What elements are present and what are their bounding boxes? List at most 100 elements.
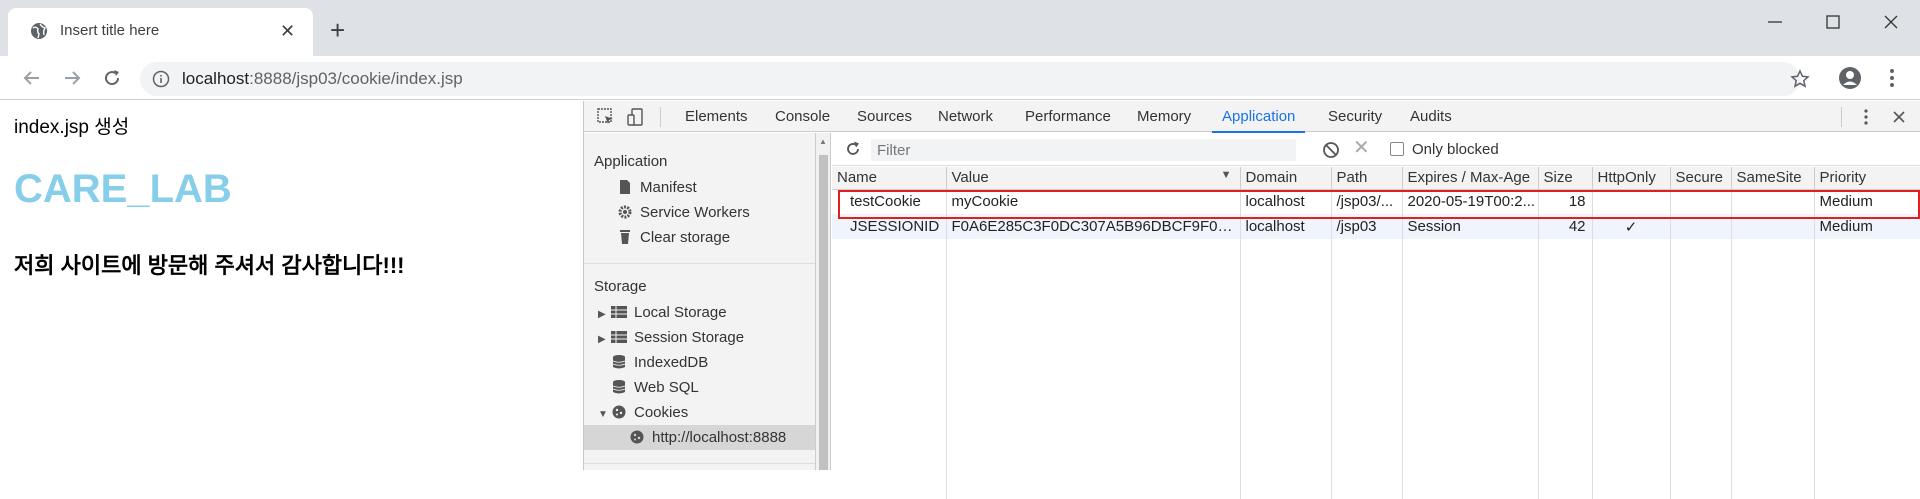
cookie-secure [1670, 189, 1732, 214]
cookie-name: JSESSIONID [832, 214, 947, 239]
cookie-httponly: ✓ [1592, 214, 1671, 239]
sidebar-item-web-sql[interactable]: Web SQL [610, 375, 699, 400]
scrollbar-thumb[interactable] [819, 155, 828, 470]
column-header-secure[interactable]: Secure [1670, 167, 1732, 190]
sidebar-item-local-storage[interactable]: ▶ Local Storage [598, 300, 727, 325]
column-header-expires[interactable]: Expires / Max-Age [1402, 167, 1539, 190]
only-blocked-checkbox[interactable] [1390, 142, 1404, 156]
column-header-samesite[interactable]: SameSite [1731, 167, 1815, 190]
cookies-panel: ✕ Only blocked Name Value▼ Domain Path E… [832, 133, 1920, 499]
gear-icon [618, 205, 632, 219]
devtools-panel: Elements Console Sources Network Perform… [583, 101, 1920, 499]
page-content: index.jsp 생성 CARE_LAB 저희 사이트에 방문해 주셔서 감사… [0, 101, 583, 470]
forward-arrow-icon[interactable] [60, 66, 84, 90]
column-header-value[interactable]: Value ▼ [946, 167, 1241, 190]
filter-input[interactable] [871, 139, 1296, 161]
cookie-domain: localhost [1240, 189, 1332, 214]
sidebar-item-service-workers[interactable]: Service Workers [616, 200, 750, 225]
database-icon [612, 380, 626, 394]
cookies-table: Name Value ▼ Domain Path Expires / Max-Ag… [832, 167, 1920, 499]
cookie-httponly [1592, 189, 1671, 214]
tab-performance[interactable]: Performance [1025, 101, 1111, 132]
sidebar-item-cookie-origin[interactable]: http://localhost:8888 [584, 425, 815, 450]
close-tab-icon[interactable]: ✕ [280, 22, 295, 40]
device-toolbar-icon[interactable] [626, 107, 646, 127]
expand-arrow-icon[interactable]: ▶ [598, 327, 610, 352]
new-tab-button[interactable]: + [330, 17, 345, 43]
address-bar[interactable]: localhost:8888/jsp03/cookie/index.jsp [140, 62, 1810, 96]
expand-arrow-icon[interactable]: ▶ [598, 302, 610, 327]
tab-memory[interactable]: Memory [1137, 101, 1191, 132]
brand-heading: CARE_LAB [14, 167, 232, 211]
column-header-size[interactable]: Size [1538, 167, 1593, 190]
trash-icon [620, 230, 630, 244]
document-icon [620, 180, 630, 194]
profile-avatar-icon[interactable] [1838, 66, 1862, 90]
cookie-priority: Medium [1814, 214, 1920, 239]
sidebar-item-clear-storage[interactable]: Clear storage [616, 225, 730, 250]
tab-sources[interactable]: Sources [857, 101, 912, 132]
tab-security[interactable]: Security [1328, 101, 1382, 132]
maximize-icon[interactable] [1821, 10, 1845, 34]
devtools-menu-icon[interactable] [1856, 107, 1876, 127]
collapse-arrow-icon[interactable]: ▼ [598, 402, 610, 427]
column-header-path[interactable]: Path [1331, 167, 1403, 190]
browser-toolbar: localhost:8888/jsp03/cookie/index.jsp [0, 56, 1920, 100]
only-blocked-label: Only blocked [1412, 141, 1499, 158]
cookie-samesite [1731, 214, 1815, 239]
sort-descending-icon: ▼ [1220, 169, 1232, 182]
column-header-priority[interactable]: Priority [1814, 167, 1920, 190]
close-window-icon[interactable] [1879, 10, 1903, 34]
cookie-name: testCookie [832, 189, 947, 214]
cookie-samesite [1731, 189, 1815, 214]
refresh-icon[interactable] [844, 140, 862, 158]
reload-icon[interactable] [100, 66, 124, 90]
sidebar-item-session-storage[interactable]: ▶ Session Storage [598, 325, 744, 350]
browser-tab-strip: Insert title here ✕ + [0, 0, 1920, 56]
tab-console[interactable]: Console [775, 101, 830, 132]
cookie-icon [612, 405, 626, 419]
globe-icon [31, 23, 47, 39]
empty-filler-row [832, 239, 1920, 499]
sidebar-item-indexeddb[interactable]: IndexedDB [610, 350, 708, 375]
info-icon[interactable] [152, 70, 170, 88]
back-arrow-icon[interactable] [20, 66, 44, 90]
table-row[interactable]: JSESSIONID F0A6E285C3F0DC307A5B96DBCF9F0… [832, 214, 1920, 239]
scroll-up-icon[interactable]: ▲ [819, 137, 827, 146]
sidebar-scrollbar[interactable]: ▲ [816, 133, 831, 470]
browser-tab[interactable]: Insert title here ✕ [8, 8, 313, 56]
database-icon [612, 355, 626, 369]
sidebar-section-application: Application [594, 153, 668, 170]
page-subtitle: index.jsp 생성 [14, 117, 130, 138]
tab-elements[interactable]: Elements [685, 101, 748, 132]
tab-title: Insert title here [60, 22, 160, 39]
devtools-tab-bar: Elements Console Sources Network Perform… [584, 101, 1920, 133]
sidebar-item-cookies[interactable]: ▼ Cookies [598, 400, 688, 425]
inspect-element-icon[interactable] [596, 107, 616, 127]
delete-selected-icon[interactable]: ✕ [1353, 138, 1370, 158]
tab-audits[interactable]: Audits [1410, 101, 1452, 132]
table-grid-icon [611, 331, 627, 343]
cookie-expires: 2020-05-19T00:2... [1402, 189, 1539, 214]
application-sidebar: Application Manifest Service Workers Cle… [584, 133, 816, 470]
minimize-icon[interactable] [1763, 10, 1787, 34]
browser-menu-icon[interactable] [1880, 66, 1904, 90]
cookies-filter-bar: ✕ Only blocked [832, 133, 1920, 166]
table-grid-icon [611, 306, 627, 318]
cookie-size: 18 [1538, 189, 1593, 214]
table-row[interactable]: testCookie myCookie localhost /jsp03/...… [832, 189, 1920, 214]
bookmark-star-icon[interactable] [1790, 69, 1810, 89]
cookie-priority: Medium [1814, 189, 1920, 214]
column-header-name[interactable]: Name [832, 167, 947, 190]
tab-network[interactable]: Network [938, 101, 993, 132]
url-text: localhost:8888/jsp03/cookie/index.jsp [182, 69, 463, 88]
column-header-domain[interactable]: Domain [1240, 167, 1332, 190]
cookie-size: 42 [1538, 214, 1593, 239]
column-header-httponly[interactable]: HttpOnly [1592, 167, 1671, 190]
sidebar-section-storage: Storage [594, 278, 647, 295]
sidebar-item-manifest[interactable]: Manifest [616, 175, 697, 200]
tab-application[interactable]: Application [1211, 101, 1306, 133]
close-devtools-icon[interactable] [1889, 107, 1909, 127]
clear-all-cookies-icon[interactable] [1322, 141, 1340, 159]
cookie-domain: localhost [1240, 214, 1332, 239]
